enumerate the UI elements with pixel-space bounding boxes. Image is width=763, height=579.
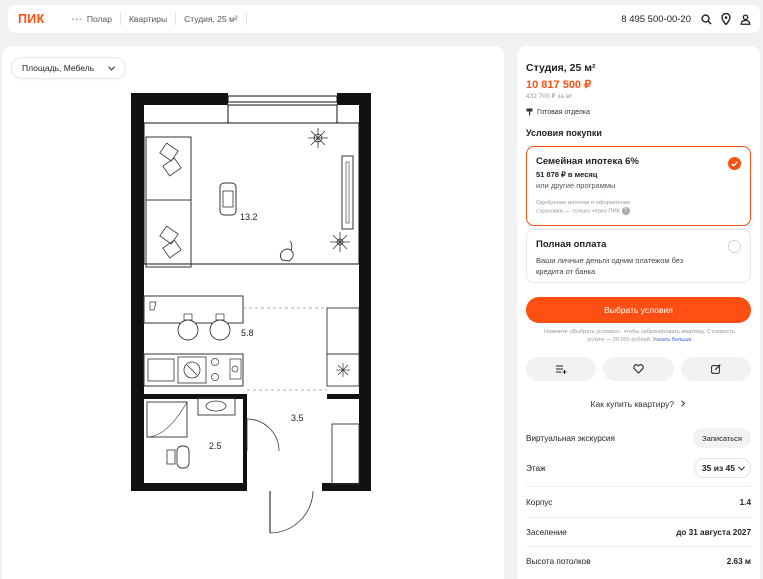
floor-plan-card: Площадь, Мебель 13.2 5.8 3.5 2.5 <box>2 46 504 579</box>
floor-plan-drawing[interactable] <box>2 46 504 579</box>
option-monthly-payment: 51 878 ₽ в месяц <box>536 170 598 179</box>
option-title: Полная оплата <box>536 239 607 250</box>
favorite-button[interactable] <box>603 357 674 381</box>
divider <box>526 546 751 547</box>
edit-icon <box>710 364 721 374</box>
heart-icon <box>633 364 644 374</box>
apartment-info-panel: Студия, 25 м² 10 817 500 ₽ 432 700 ₽ за … <box>517 46 760 579</box>
more-dots-icon[interactable]: ••• <box>72 15 83 24</box>
divider <box>526 517 751 518</box>
location-pin-icon[interactable] <box>721 13 731 25</box>
add-to-list-icon <box>555 365 567 374</box>
cta-note-text: Нажмите «Выбрать условия», чтобы заброни… <box>544 329 735 343</box>
breadcrumb-project[interactable]: Полар <box>83 13 121 25</box>
edit-button[interactable] <box>680 357 751 381</box>
paint-roller-icon <box>526 108 533 116</box>
apartment-title: Студия, 25 м² <box>526 62 596 74</box>
breadcrumb-current: Студия, 25 м² <box>176 13 247 25</box>
choose-conditions-button[interactable]: Выбрать условия <box>526 297 751 323</box>
breadcrumb-apartments[interactable]: Квартиры <box>121 13 177 25</box>
cta-note: Нажмите «Выбрать условия», чтобы заброни… <box>537 328 742 344</box>
checkmark-icon <box>728 157 741 170</box>
room-area-bathroom: 2.5 <box>209 441 222 451</box>
floor-label: Этаж <box>526 463 546 473</box>
chevron-right-icon <box>681 400 686 407</box>
radio-icon[interactable] <box>728 240 741 253</box>
floor-value: 35 из 45 <box>701 463 735 473</box>
option-note-text: Одобрение ипотеки и оформление страховки… <box>536 200 631 215</box>
room-area-kitchen: 5.8 <box>241 328 254 338</box>
virtual-tour-row: Виртуальная экскурсия Записаться <box>526 428 751 448</box>
move-in-row: Заселение до 31 августа 2027 <box>526 528 751 537</box>
ceiling-row: Высота потолков 2.63 м <box>526 557 751 566</box>
option-full-payment[interactable]: Полная оплата Ваши личные деньги одним п… <box>526 229 751 283</box>
chevron-down-icon <box>738 465 745 471</box>
search-icon[interactable] <box>701 13 712 25</box>
option-family-mortgage[interactable]: Семейная ипотека 6% 51 878 ₽ в месяц или… <box>526 146 751 226</box>
building-value: 1.4 <box>739 498 751 507</box>
room-area-living: 13.2 <box>240 212 258 222</box>
phone-number[interactable]: 8 495 500-00-20 <box>621 14 691 25</box>
conditions-heading: Условия покупки <box>526 128 602 138</box>
finish-text: Готовая отделка <box>537 108 591 116</box>
top-header: ПИК ••• Полар Квартиры Студия, 25 м² 8 4… <box>8 5 760 33</box>
divider <box>526 486 751 487</box>
option-description: Ваши личные деньги одним платежом без кр… <box>536 256 684 276</box>
floor-select[interactable]: 35 из 45 <box>693 458 751 478</box>
floor-row: Этаж 35 из 45 <box>526 458 751 478</box>
compare-button[interactable] <box>526 357 597 381</box>
action-buttons <box>526 357 751 381</box>
ceiling-value: 2.63 м <box>726 557 751 566</box>
option-title: Семейная ипотека 6% <box>536 156 639 167</box>
apartment-price: 10 817 500 ₽ <box>526 79 592 91</box>
learn-more-link[interactable]: Узнать больше <box>653 337 692 343</box>
option-other-programs: или другие программы <box>536 181 616 190</box>
room-area-hall: 3.5 <box>291 413 304 423</box>
how-to-buy-link[interactable]: Как купить квартиру? <box>517 399 760 409</box>
pik-logo[interactable]: ПИК <box>18 12 45 26</box>
virtual-tour-label: Виртуальная экскурсия <box>526 433 615 443</box>
how-to-buy-text: Как купить квартиру? <box>590 399 675 409</box>
building-label: Корпус <box>526 498 553 507</box>
user-icon[interactable] <box>740 13 751 25</box>
move-in-label: Заселение <box>526 528 567 537</box>
ceiling-label: Высота потолков <box>526 557 591 566</box>
move-in-value: до 31 августа 2027 <box>676 528 751 537</box>
help-icon[interactable]: ? <box>621 207 630 215</box>
signup-tour-button[interactable]: Записаться <box>693 428 751 448</box>
finish-label: Готовая отделка <box>526 108 590 116</box>
price-per-m2: 432 700 ₽ за м² <box>526 93 573 100</box>
building-row: Корпус 1.4 <box>526 498 751 507</box>
option-note: Одобрение ипотеки и оформление страховки… <box>536 199 656 216</box>
